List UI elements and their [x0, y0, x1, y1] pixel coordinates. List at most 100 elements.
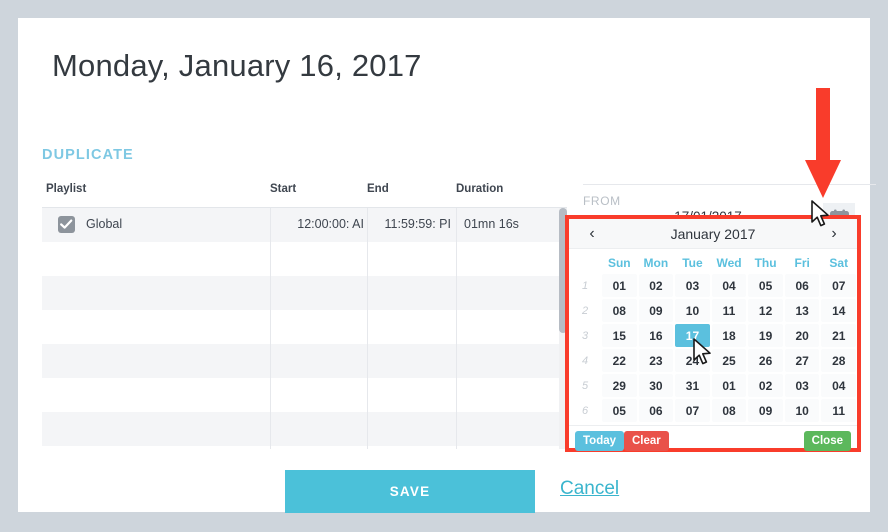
- cancel-link[interactable]: Cancel: [560, 478, 619, 500]
- calendar-day[interactable]: 09: [748, 399, 783, 422]
- calendar-day[interactable]: 01: [602, 274, 637, 297]
- column-divider: [367, 242, 368, 276]
- calendar-day[interactable]: 24: [675, 349, 710, 372]
- calendar-day-selected[interactable]: 17: [675, 324, 710, 347]
- column-header-duration: Duration: [456, 183, 504, 195]
- column-divider: [456, 446, 457, 449]
- calendar-day[interactable]: 23: [638, 349, 674, 372]
- calendar-day[interactable]: 27: [784, 349, 820, 372]
- table-body: Global 12:00:00: AI 11:59:59: PI 01mn 16…: [42, 208, 567, 449]
- calendar-day[interactable]: 09: [638, 299, 674, 322]
- datepicker-footer: Today Clear Close: [569, 425, 857, 456]
- table-row-empty: [42, 310, 567, 344]
- calendar-day[interactable]: 26: [748, 349, 783, 372]
- dow-thu: Thu: [754, 255, 777, 270]
- next-month-button[interactable]: ›: [815, 219, 853, 248]
- red-down-arrow-annotation: [805, 88, 841, 198]
- datepicker-header: ‹ January 2017 ›: [569, 219, 857, 249]
- table-row-empty: [42, 344, 567, 378]
- calendar-day[interactable]: 03: [784, 374, 820, 397]
- column-divider: [270, 310, 271, 344]
- column-divider: [367, 378, 368, 412]
- calendar-day[interactable]: 06: [638, 399, 674, 422]
- calendar-day[interactable]: 05: [602, 399, 637, 422]
- calendar-day[interactable]: 07: [821, 274, 857, 297]
- column-divider: [456, 344, 457, 378]
- column-header-start: Start: [270, 183, 297, 195]
- week-number-spacer: [569, 252, 601, 273]
- calendar-day[interactable]: 29: [602, 374, 637, 397]
- screen-root: Monday, January 16, 2017 DUPLICATE Playl…: [0, 0, 888, 532]
- table-row-empty: [42, 242, 567, 276]
- dow-sat: Sat: [829, 255, 849, 270]
- column-divider: [367, 344, 368, 378]
- save-button[interactable]: SAVE: [285, 470, 535, 513]
- table-row[interactable]: Global 12:00:00: AI 11:59:59: PI 01mn 16…: [42, 208, 567, 242]
- column-divider: [270, 276, 271, 310]
- calendar-day[interactable]: 07: [675, 399, 710, 422]
- column-divider: [270, 208, 271, 242]
- row-checkbox[interactable]: [58, 216, 75, 233]
- check-icon: [60, 219, 73, 229]
- calendar-day[interactable]: 30: [638, 374, 674, 397]
- calendar-day[interactable]: 03: [675, 274, 710, 297]
- column-divider: [270, 412, 271, 446]
- cell-start: 12:00:00: AI: [297, 217, 364, 231]
- week-number: 6: [581, 404, 589, 417]
- column-divider: [456, 412, 457, 446]
- section-heading-duplicate: DUPLICATE: [42, 147, 134, 163]
- clear-button[interactable]: Clear: [624, 431, 669, 451]
- column-divider: [456, 276, 457, 310]
- dow-tue: Tue: [682, 255, 703, 270]
- column-divider: [270, 242, 271, 276]
- calendar-day[interactable]: 22: [602, 349, 637, 372]
- datepicker-popup: ‹ January 2017 › Sun Mon Tue Wed Thu Fri…: [565, 215, 861, 452]
- column-divider: [367, 446, 368, 449]
- calendar-week-row: 2 08 09 10 11 12 13 14: [569, 298, 857, 323]
- calendar-day[interactable]: 18: [711, 324, 747, 347]
- calendar-day[interactable]: 06: [784, 274, 820, 297]
- dow-fri: Fri: [794, 255, 810, 270]
- column-divider: [367, 276, 368, 310]
- calendar-day[interactable]: 19: [748, 324, 783, 347]
- dow-mon: Mon: [643, 255, 669, 270]
- calendar-day[interactable]: 10: [784, 399, 820, 422]
- table-row-empty: [42, 446, 567, 449]
- calendar-day[interactable]: 08: [602, 299, 637, 322]
- table-row-empty: [42, 276, 567, 310]
- calendar-day[interactable]: 01: [711, 374, 747, 397]
- column-divider: [270, 378, 271, 412]
- calendar-day[interactable]: 08: [711, 399, 747, 422]
- calendar-day[interactable]: 04: [711, 274, 747, 297]
- calendar-day[interactable]: 28: [821, 349, 857, 372]
- table-row-empty: [42, 378, 567, 412]
- calendar-day[interactable]: 25: [711, 349, 747, 372]
- calendar-day[interactable]: 20: [784, 324, 820, 347]
- calendar-day[interactable]: 11: [711, 299, 747, 322]
- column-header-end: End: [367, 183, 389, 195]
- calendar-day[interactable]: 05: [748, 274, 783, 297]
- calendar-day[interactable]: 21: [821, 324, 857, 347]
- calendar-day[interactable]: 12: [748, 299, 783, 322]
- calendar-day[interactable]: 13: [784, 299, 820, 322]
- calendar-day[interactable]: 11: [821, 399, 857, 422]
- table-row-empty: [42, 412, 567, 446]
- calendar-day[interactable]: 04: [821, 374, 857, 397]
- datepicker-title[interactable]: January 2017: [569, 219, 857, 248]
- week-number: 5: [581, 379, 589, 392]
- calendar-day[interactable]: 16: [638, 324, 674, 347]
- from-field-label: FROM: [583, 194, 621, 208]
- calendar-day[interactable]: 14: [821, 299, 857, 322]
- calendar-day[interactable]: 02: [748, 374, 783, 397]
- calendar-day[interactable]: 10: [675, 299, 710, 322]
- calendar-day[interactable]: 31: [675, 374, 710, 397]
- calendar-day[interactable]: 02: [638, 274, 674, 297]
- playlist-table: Playlist Start End Duration Global 12:00…: [42, 181, 567, 449]
- column-divider: [456, 310, 457, 344]
- close-button[interactable]: Close: [803, 431, 851, 451]
- today-button[interactable]: Today: [575, 431, 625, 451]
- calendar-day[interactable]: 15: [602, 324, 637, 347]
- column-header-playlist: Playlist: [46, 183, 87, 195]
- page-title: Monday, January 16, 2017: [52, 48, 422, 83]
- cell-end: 11:59:59: PI: [384, 217, 452, 231]
